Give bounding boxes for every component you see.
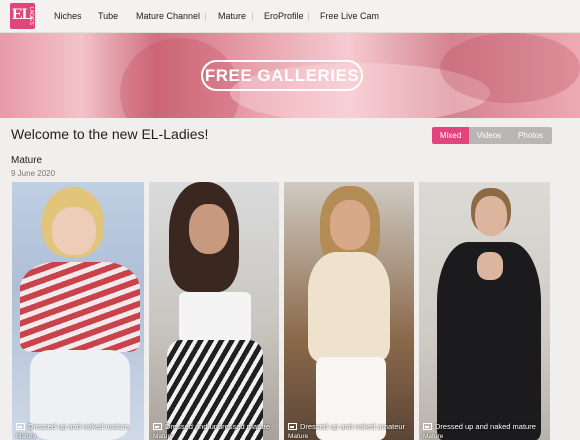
card-caption: Dressed up and naked amateur bbox=[288, 422, 412, 431]
nav-divider bbox=[252, 13, 253, 21]
card-category-tag[interactable]: Mature bbox=[423, 433, 443, 440]
card-category-tag[interactable]: Mature bbox=[153, 433, 173, 440]
gallery-card[interactable]: Dressed up and naked amateur Mature bbox=[284, 182, 414, 440]
image-icon bbox=[288, 423, 297, 430]
filter-tab-mixed[interactable]: Mixed bbox=[432, 127, 469, 144]
nav-item-niches[interactable]: Niches bbox=[54, 0, 82, 33]
gallery-card[interactable]: Dressed and undressed mature Mature bbox=[149, 182, 279, 440]
card-caption-text: Dressed and undressed mature bbox=[165, 422, 271, 431]
card-photo-top bbox=[308, 252, 390, 362]
site-logo[interactable]: EL LADIES bbox=[10, 3, 35, 29]
nav-item-eroprofile[interactable]: EroProfile bbox=[264, 0, 304, 33]
nav-item-tube[interactable]: Tube bbox=[98, 0, 118, 33]
welcome-heading: Welcome to the new EL-Ladies! bbox=[11, 126, 209, 142]
free-galleries-button[interactable]: FREE GALLERIES bbox=[201, 60, 363, 91]
card-photo-face bbox=[189, 204, 229, 254]
card-photo-face bbox=[475, 196, 507, 236]
hero-banner[interactable]: FREE GALLERIES bbox=[0, 33, 580, 118]
card-photo-face bbox=[330, 200, 370, 250]
gallery-card[interactable]: Dressed up and naked mature Mature bbox=[12, 182, 144, 440]
card-caption: Dressed up and naked mature bbox=[423, 422, 548, 431]
card-category-tag[interactable]: Mature bbox=[288, 433, 308, 440]
logo-subtext: LADIES bbox=[28, 7, 34, 25]
nav-item-free-live-cam[interactable]: Free Live Cam bbox=[320, 0, 379, 33]
card-photo-top bbox=[20, 262, 140, 352]
section-title[interactable]: Mature bbox=[11, 155, 42, 166]
card-photo-top bbox=[179, 292, 251, 342]
nav-divider bbox=[205, 13, 206, 21]
card-category-tag[interactable]: Mature bbox=[16, 433, 36, 440]
nav-divider bbox=[308, 13, 309, 21]
card-caption-text: Dressed up and naked amateur bbox=[300, 422, 406, 431]
section-date: 9 June 2020 bbox=[11, 169, 56, 178]
card-caption-text: Dressed up and naked mature bbox=[435, 422, 536, 431]
card-photo-neck bbox=[477, 252, 503, 280]
card-caption-text: Dressed up and naked mature bbox=[28, 422, 129, 431]
image-icon bbox=[153, 423, 162, 430]
banner-figure-legs bbox=[440, 33, 580, 103]
image-icon bbox=[16, 423, 25, 430]
nav-item-mature[interactable]: Mature bbox=[218, 0, 246, 33]
image-icon bbox=[423, 423, 432, 430]
top-navigation-bar: EL LADIES Niches Tube Mature Channel Mat… bbox=[0, 0, 580, 33]
gallery-card[interactable]: Dressed up and naked mature Mature bbox=[419, 182, 550, 440]
card-photo-face bbox=[52, 207, 96, 255]
nav-item-mature-channel[interactable]: Mature Channel bbox=[136, 0, 200, 33]
card-caption: Dressed up and naked mature bbox=[16, 422, 142, 431]
filter-tab-photos[interactable]: Photos bbox=[509, 127, 552, 144]
card-caption: Dressed and undressed mature bbox=[153, 422, 277, 431]
filter-tab-videos[interactable]: Videos bbox=[469, 127, 509, 144]
